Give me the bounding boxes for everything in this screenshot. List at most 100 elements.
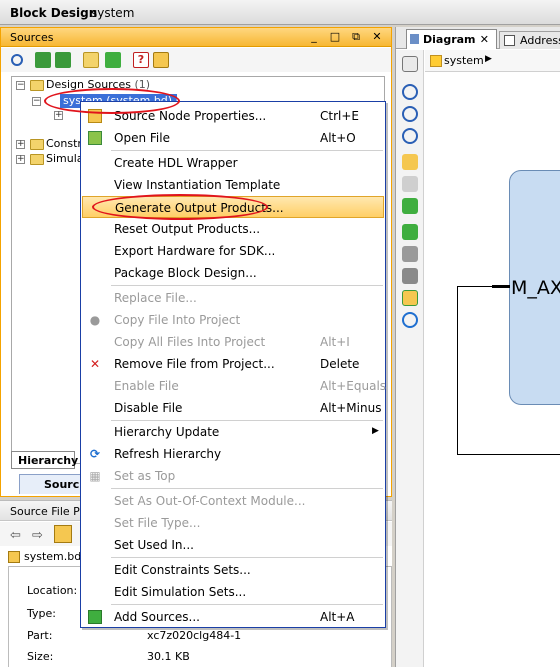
- open-folder-icon[interactable]: [83, 52, 99, 68]
- menu-separator: [111, 285, 383, 286]
- menu-item-set-used-in[interactable]: Set Used In...: [82, 534, 384, 556]
- minimize-button[interactable]: _: [308, 30, 320, 44]
- folder-icon: [30, 80, 44, 91]
- help-icon[interactable]: ?: [133, 52, 149, 68]
- float-button[interactable]: ⧉: [350, 30, 362, 44]
- validate-icon[interactable]: [402, 290, 418, 306]
- prop-value-part: xc7z020clg484-1: [147, 629, 242, 642]
- window-buttons: _ □ ⧉ ✕: [308, 30, 383, 44]
- zoom-in-icon[interactable]: [402, 84, 418, 100]
- menu-separator: [111, 557, 383, 558]
- expand-toggle[interactable]: +: [16, 140, 25, 149]
- add-sources-icon[interactable]: [105, 52, 121, 68]
- back-arrow-icon[interactable]: ⇦: [10, 528, 21, 543]
- expand-toggle[interactable]: +: [54, 111, 63, 120]
- prop-key: Size:: [27, 650, 54, 663]
- menu-item-disable-file[interactable]: Disable File Alt+Minus: [82, 397, 384, 419]
- port-label: M_AX: [511, 277, 560, 299]
- menu-item-remove-file[interactable]: ✕ Remove File from Project... Delete: [82, 353, 384, 375]
- menu-item-copy-file-into-project[interactable]: ● Copy File Into Project: [82, 309, 384, 331]
- annotation-ellipse-generate-output: [92, 194, 268, 220]
- title-bar: Block Design system: [0, 0, 560, 25]
- wire-horizontal: [457, 286, 493, 287]
- wire-bottom: [457, 454, 560, 455]
- route-icon[interactable]: [402, 198, 418, 214]
- navigate-icon[interactable]: [402, 56, 418, 72]
- wire-vertical: [457, 286, 458, 454]
- prop-key: Type:: [27, 607, 56, 620]
- open-file-icon: [88, 131, 102, 145]
- add-sources-icon: [88, 610, 102, 624]
- expand-all-icon[interactable]: [55, 52, 71, 68]
- diagram-icon: [410, 34, 419, 44]
- menu-item-replace-file[interactable]: Replace File...: [82, 287, 384, 309]
- dot-icon: ●: [89, 313, 101, 327]
- forward-arrow-icon[interactable]: ⇨: [32, 528, 43, 543]
- make-connection-icon[interactable]: [402, 246, 418, 262]
- diagram-panel: Diagram ✕ Address system ▶ M_AX: [395, 27, 560, 667]
- breadcrumb: system ▶: [425, 50, 560, 72]
- expand-toggle[interactable]: −: [16, 81, 25, 90]
- window-title: Block Design: [10, 6, 98, 20]
- menu-item-create-hdl-wrapper[interactable]: Create HDL Wrapper: [82, 152, 384, 174]
- chevron-right-icon: ▶: [372, 426, 379, 436]
- port-connector[interactable]: [492, 285, 510, 288]
- file-name: system.bd: [24, 550, 82, 563]
- file-icon: [8, 551, 20, 563]
- close-icon[interactable]: ✕: [480, 33, 489, 46]
- menu-item-edit-simulation-sets[interactable]: Edit Simulation Sets...: [82, 581, 384, 603]
- chevron-right-icon[interactable]: ▶: [485, 54, 492, 64]
- folder-icon: [30, 154, 44, 165]
- diagram-tabs: Diagram ✕ Address: [396, 27, 560, 49]
- menu-item-enable-file[interactable]: Enable File Alt+Equals: [82, 375, 386, 397]
- menu-item-package-block-design[interactable]: Package Block Design...: [82, 262, 384, 284]
- menu-item-view-instantiation-template[interactable]: View Instantiation Template: [82, 174, 384, 196]
- expand-toggle[interactable]: +: [16, 155, 25, 164]
- zoom-fit-icon[interactable]: [402, 128, 418, 144]
- sort-icon[interactable]: [153, 52, 169, 68]
- prop-value-size: 30.1 KB: [147, 650, 190, 663]
- menu-item-reset-output-products[interactable]: Reset Output Products...: [82, 218, 384, 240]
- sources-title: Sources: [10, 31, 54, 44]
- menu-item-set-as-top[interactable]: ▦ Set as Top: [82, 465, 384, 487]
- annotation-ellipse-system-node: [44, 88, 180, 114]
- window-subtitle: system: [91, 6, 135, 20]
- menu-item-refresh-hierarchy[interactable]: ⟳ Refresh Hierarchy: [82, 443, 384, 465]
- menu-item-open-file[interactable]: Open File Alt+O: [82, 127, 384, 149]
- refresh-icon[interactable]: [402, 312, 418, 328]
- sources-header: Sources _ □ ⧉ ✕: [1, 28, 391, 47]
- menu-item-copy-all-files-into-project[interactable]: Copy All Files Into Project Alt+I: [82, 331, 384, 353]
- search-icon[interactable]: [11, 54, 23, 66]
- regenerate-layout-icon[interactable]: [402, 268, 418, 284]
- menu-item-edit-constraints-sets[interactable]: Edit Constraints Sets...: [82, 559, 384, 581]
- close-button[interactable]: ✕: [371, 30, 383, 44]
- tab-address[interactable]: Address: [499, 31, 560, 49]
- maximize-button[interactable]: □: [329, 30, 341, 44]
- menu-item-add-sources[interactable]: Add Sources... Alt+A: [82, 606, 384, 628]
- menu-separator: [111, 488, 383, 489]
- block-design-icon[interactable]: [54, 525, 72, 543]
- folder-icon: [30, 139, 44, 150]
- menu-item-set-out-of-context[interactable]: Set As Out-Of-Context Module...: [82, 490, 384, 512]
- menu-item-set-file-type[interactable]: Set File Type...: [82, 512, 384, 534]
- delete-icon: ✕: [89, 357, 101, 371]
- diagram-toolbar: [396, 50, 424, 667]
- prop-key: Location:: [27, 584, 78, 597]
- block-design-icon: [430, 55, 442, 67]
- set-top-icon: ▦: [89, 469, 101, 483]
- sources-toolbar: ?: [1, 48, 391, 72]
- breadcrumb-item[interactable]: system: [444, 54, 484, 67]
- tab-hierarchy[interactable]: Hierarchy: [11, 451, 78, 469]
- context-menu: Source Node Properties... Ctrl+E Open Fil…: [80, 101, 386, 628]
- fit-selection-icon[interactable]: [402, 176, 418, 192]
- menu-item-export-hardware-sdk[interactable]: Export Hardware for SDK...: [82, 240, 384, 262]
- select-icon[interactable]: [402, 154, 418, 170]
- expand-toggle[interactable]: −: [32, 97, 41, 106]
- zoom-out-icon[interactable]: [402, 106, 418, 122]
- collapse-all-icon[interactable]: [35, 52, 51, 68]
- refresh-icon: ⟳: [89, 447, 101, 461]
- tab-diagram[interactable]: Diagram ✕: [406, 29, 497, 49]
- add-ip-icon[interactable]: [402, 224, 418, 240]
- prop-key: Part:: [27, 629, 53, 642]
- menu-item-hierarchy-update[interactable]: Hierarchy Update ▶: [82, 421, 384, 443]
